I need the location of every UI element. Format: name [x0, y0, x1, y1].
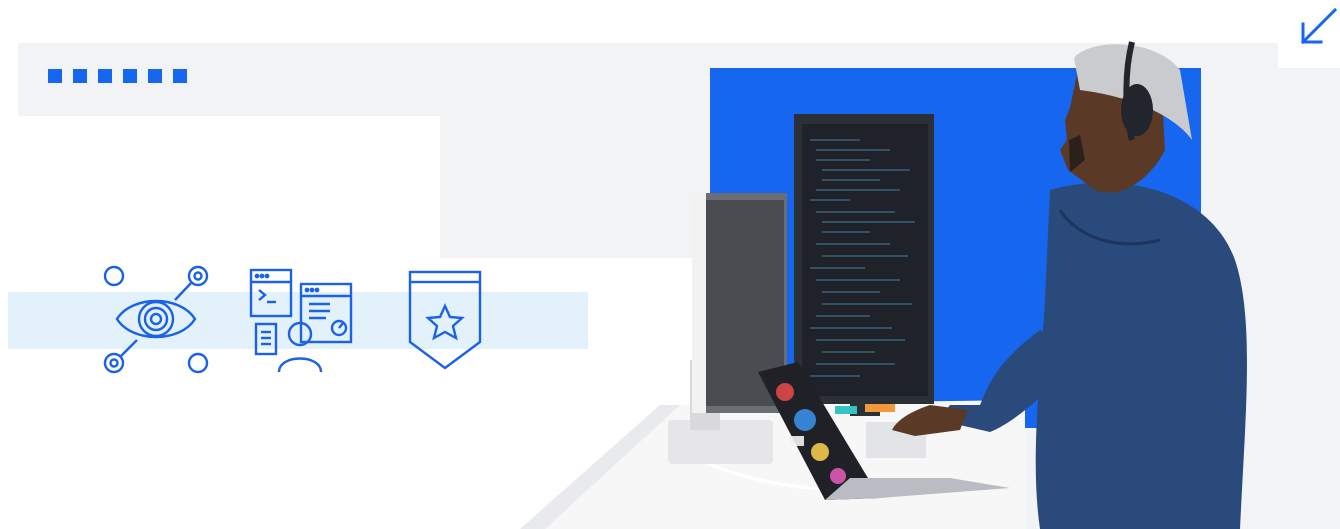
decorative-dot	[173, 69, 187, 83]
star-badge-icon	[404, 262, 486, 374]
white-card	[18, 116, 440, 258]
decorative-dot	[73, 69, 87, 83]
decorative-dot	[48, 69, 62, 83]
eye-network-icon	[100, 262, 212, 374]
decorative-dot	[123, 69, 137, 83]
developer-tools-icon	[246, 262, 358, 374]
decorative-dot	[148, 69, 162, 83]
left-monitor-stand	[668, 420, 773, 464]
decorative-dots	[48, 69, 187, 83]
developer-photo	[520, 41, 1247, 529]
decorative-dot	[98, 69, 112, 83]
